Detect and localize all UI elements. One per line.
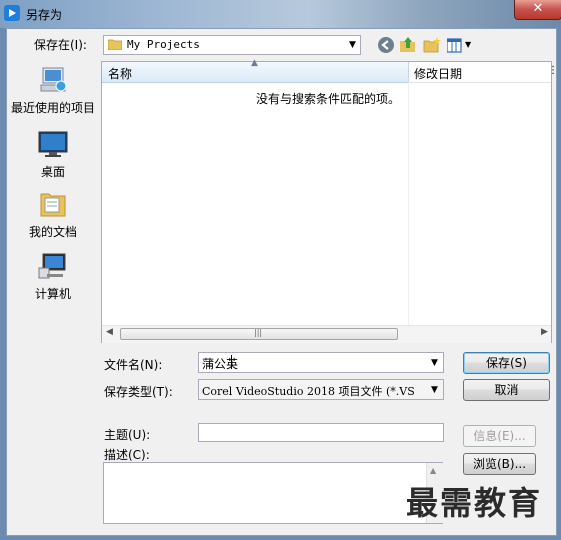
new-folder-icon[interactable] xyxy=(423,36,441,54)
savein-label: 保存在(I): xyxy=(34,38,87,52)
filetype-value: Corel VideoStudio 2018 项目文件 (*.VS xyxy=(202,385,415,398)
scroll-left-icon[interactable]: ◀ xyxy=(106,327,113,337)
place-recent[interactable]: 最近使用的项目 xyxy=(10,64,96,116)
documents-icon xyxy=(40,193,66,217)
view-dropdown-icon[interactable]: ▼ xyxy=(465,40,471,49)
column-header-date[interactable]: 修改日期 xyxy=(414,65,462,82)
browse-button[interactable]: 浏览(B)... xyxy=(463,453,536,475)
chevron-down-icon[interactable]: ▼ xyxy=(431,358,438,368)
column-divider xyxy=(408,82,409,325)
sort-ascending-icon: ▲ xyxy=(251,58,258,68)
subject-input[interactable] xyxy=(198,423,444,442)
window-title: 另存为 xyxy=(26,8,63,22)
savein-value: My Projects xyxy=(127,38,200,51)
place-computer[interactable]: 计算机 xyxy=(10,250,96,302)
places-bar: 最近使用的项目 桌面 我的文档 计算机 xyxy=(10,60,96,416)
filename-label: 文件名(N): xyxy=(104,358,163,372)
info-button[interactable]: 信息(E)... xyxy=(463,425,536,447)
save-button[interactable]: 保存(S) xyxy=(463,352,550,374)
place-documents[interactable]: 我的文档 xyxy=(10,188,96,240)
desktop-icon xyxy=(38,131,68,157)
description-textarea[interactable] xyxy=(103,462,443,524)
scroll-up-icon[interactable]: ▲ xyxy=(430,466,436,475)
chevron-down-icon[interactable]: ▼ xyxy=(431,385,438,395)
more-columns-icon[interactable]: ⋮ xyxy=(548,65,558,76)
empty-message: 没有与搜索条件匹配的项。 xyxy=(256,92,401,106)
computer-icon xyxy=(38,253,66,279)
folder-icon xyxy=(108,39,122,50)
close-button[interactable]: ✕ xyxy=(514,0,561,20)
filetype-label: 保存类型(T): xyxy=(104,385,173,399)
place-label-desktop: 桌面 xyxy=(40,165,65,179)
up-folder-icon[interactable] xyxy=(399,35,417,53)
place-label-computer: 计算机 xyxy=(34,287,71,301)
description-label: 描述(C): xyxy=(104,448,150,462)
column-name-label: 名称 xyxy=(108,67,133,81)
title-bar[interactable] xyxy=(0,0,561,28)
view-menu-icon[interactable] xyxy=(447,37,465,55)
filename-value: 蒲公英 xyxy=(202,357,239,371)
chevron-down-icon[interactable]: ▼ xyxy=(349,40,356,50)
place-desktop[interactable]: 桌面 xyxy=(10,128,96,180)
recent-places-icon xyxy=(40,67,67,92)
scroll-right-icon[interactable]: ▶ xyxy=(541,327,548,337)
back-icon[interactable] xyxy=(377,36,395,54)
cancel-button[interactable]: 取消 xyxy=(463,379,550,401)
grip-icon: ||| xyxy=(254,328,263,337)
watermark: 最需教育 xyxy=(406,484,543,522)
app-icon xyxy=(4,5,20,21)
subject-label: 主题(U): xyxy=(104,428,151,442)
text-cursor xyxy=(231,355,232,369)
place-label-documents: 我的文档 xyxy=(28,225,77,239)
place-label-recent: 最近使用的项目 xyxy=(10,101,95,115)
